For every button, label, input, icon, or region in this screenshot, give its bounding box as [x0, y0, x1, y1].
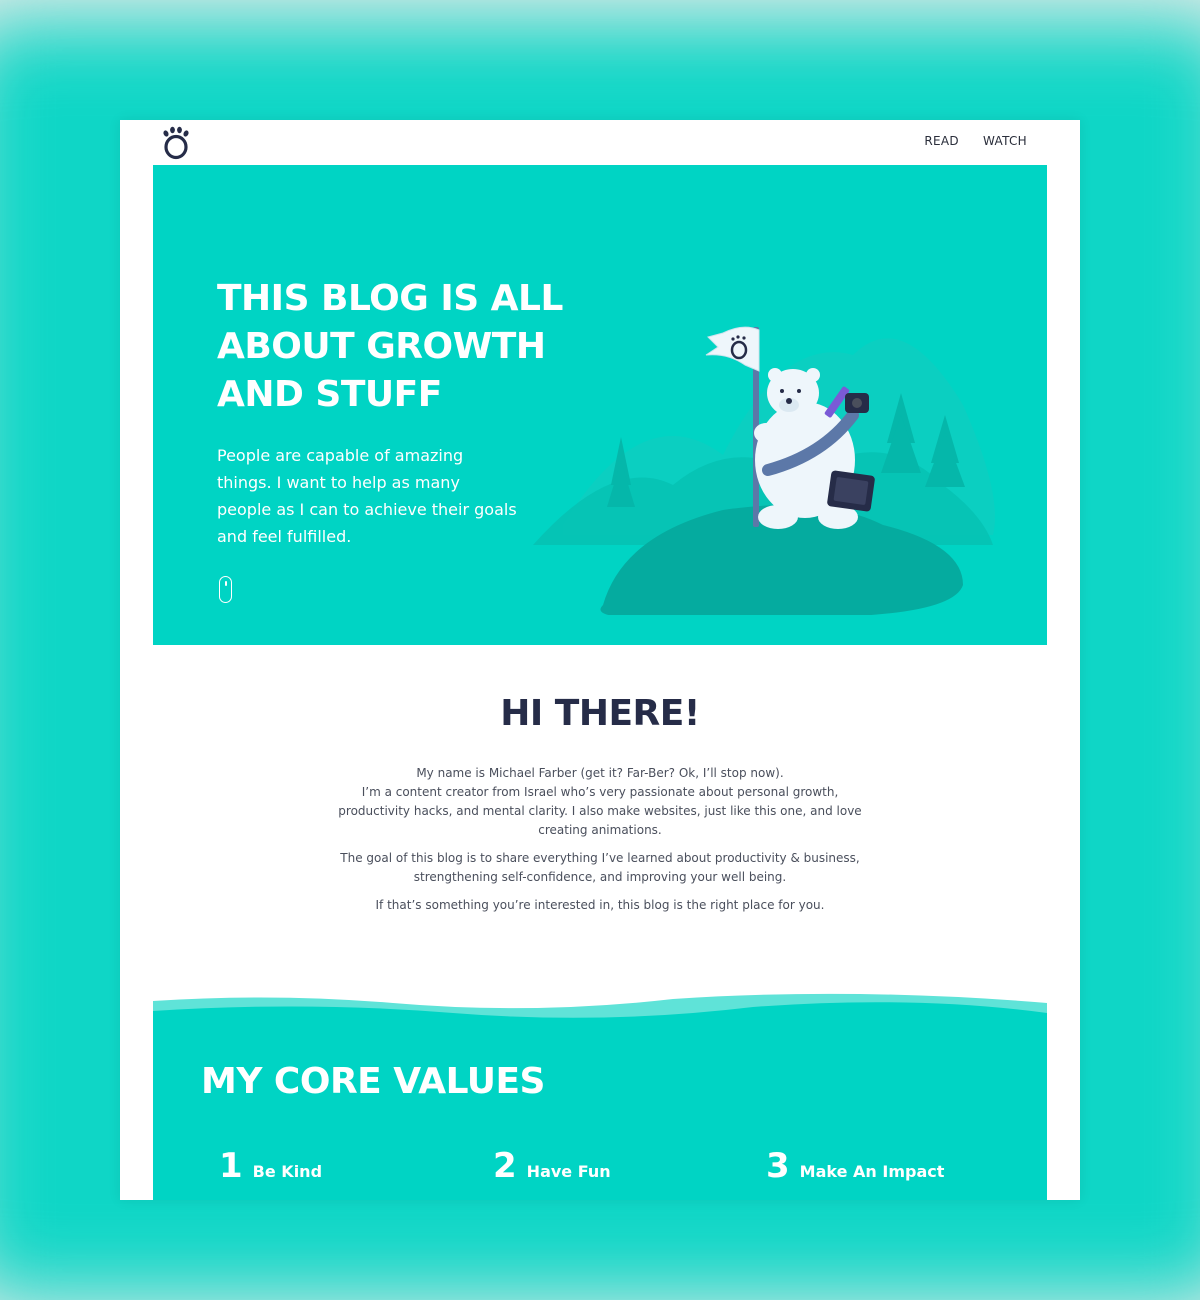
- paw-logo-icon[interactable]: [160, 126, 192, 160]
- intro-paragraph-2: The goal of this blog is to share everyt…: [340, 851, 860, 884]
- intro-heading: HI THERE!: [500, 693, 700, 734]
- value-number: 1: [219, 1146, 243, 1186]
- value-item: 2 Have Fun: [493, 1147, 611, 1185]
- site-header: READ WATCH: [120, 120, 1080, 165]
- wave-divider: [153, 993, 1047, 1033]
- mouse-scroll-icon[interactable]: [219, 576, 232, 603]
- value-item: 1 Be Kind: [219, 1147, 322, 1185]
- value-item: 3 Make An Impact: [766, 1147, 944, 1185]
- intro-paragraph-3: If that’s something you’re interested in…: [375, 898, 825, 912]
- nav-watch-link[interactable]: WATCH: [983, 134, 1027, 148]
- intro-section: HI THERE! My name is Michael Farber (get…: [120, 690, 1080, 924]
- intro-paragraph-1a: My name is Michael Farber (get it? Far-B…: [416, 766, 784, 780]
- core-values-section: MY CORE VALUES 1 Be Kind 2 Have Fun 3 Ma…: [153, 993, 1047, 1200]
- hero-text: People are capable of amazing things. I …: [217, 446, 517, 546]
- nav-read-link[interactable]: READ: [924, 134, 959, 148]
- core-values-title: MY CORE VALUES: [201, 1061, 545, 1102]
- value-label: Make An Impact: [799, 1162, 945, 1181]
- intro-paragraph-1b: I’m a content creator from Israel who’s …: [338, 785, 862, 837]
- value-number: 2: [493, 1146, 517, 1186]
- value-number: 3: [766, 1146, 790, 1186]
- polar-bear-illustration: [533, 326, 995, 615]
- value-label: Be Kind: [252, 1162, 323, 1181]
- hero-section: THIS BLOG IS ALL ABOUT GROWTH AND STUFF …: [153, 165, 1047, 645]
- value-label: Have Fun: [526, 1162, 611, 1181]
- main-nav: READ WATCH: [924, 134, 1027, 148]
- website-page: READ WATCH THIS BLOG IS ALL ABOUT GROWTH…: [120, 120, 1080, 1200]
